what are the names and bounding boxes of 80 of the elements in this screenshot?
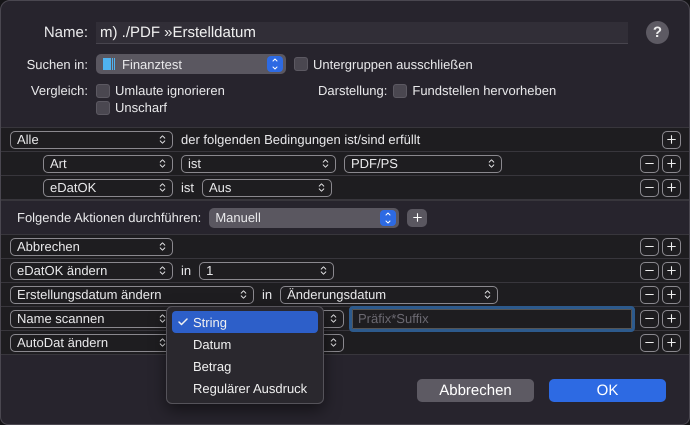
chevron-icon <box>157 313 168 324</box>
row-label: ist <box>181 180 194 195</box>
remove-button[interactable] <box>640 262 659 280</box>
help-button[interactable]: ? <box>646 21 669 44</box>
checkbox[interactable] <box>294 57 308 71</box>
popup-button[interactable]: ist <box>181 154 336 172</box>
chevron-icon <box>157 265 168 276</box>
remove-button[interactable] <box>640 154 659 172</box>
row-label: in <box>262 287 272 302</box>
menu-item[interactable]: Betrag <box>172 355 318 377</box>
menu-item[interactable]: String <box>172 311 318 333</box>
plus-icon <box>665 264 678 277</box>
group-popup[interactable]: Finanztest <box>96 54 286 74</box>
popup-button[interactable]: Abbrechen <box>10 238 173 256</box>
chevron-icon <box>486 158 497 169</box>
chevron-icon <box>157 182 168 193</box>
plus-icon <box>665 240 678 253</box>
plus-icon <box>665 181 678 194</box>
popup-button[interactable]: eDatOK ändern <box>10 262 173 280</box>
ok-button[interactable]: OK <box>549 379 666 402</box>
plus-icon <box>410 211 424 224</box>
chevron-icon <box>328 313 339 324</box>
checkbox-label: Umlaute ignorieren <box>115 83 225 98</box>
add-button[interactable] <box>662 262 681 280</box>
add-button[interactable] <box>662 334 681 352</box>
popup-button[interactable]: 1 <box>199 262 334 280</box>
chevron-icon <box>316 182 327 193</box>
add-button[interactable] <box>407 208 428 226</box>
remove-button[interactable] <box>640 238 659 256</box>
popup-button[interactable]: Aus <box>202 178 332 196</box>
plus-icon <box>665 336 678 349</box>
checkbox[interactable] <box>96 84 110 98</box>
checkbox-label: Untergruppen ausschließen <box>313 56 473 72</box>
check-icon <box>177 316 189 328</box>
name-field[interactable]: m) ./PDF »Erstelldatum <box>96 22 628 44</box>
add-button[interactable] <box>662 238 681 256</box>
row-label: in <box>181 263 192 278</box>
match-popup[interactable]: Alle <box>10 130 173 148</box>
checkbox[interactable] <box>96 100 110 114</box>
chevron-icon <box>320 158 331 169</box>
plus-icon <box>665 312 678 325</box>
folder-icon <box>102 57 116 71</box>
chevron-icon <box>157 241 168 252</box>
popup-button[interactable]: Erstellungsdatum ändern <box>10 286 254 304</box>
checkbox[interactable] <box>393 84 408 98</box>
chevron-icon <box>380 210 396 226</box>
add-button[interactable] <box>662 310 681 328</box>
chevron-icon <box>157 337 168 348</box>
search-in-label: Suchen in: <box>26 56 89 72</box>
plus-icon <box>665 133 678 146</box>
chevron-icon <box>157 134 168 145</box>
add-button[interactable] <box>662 154 681 172</box>
add-button[interactable] <box>662 130 681 148</box>
popup-button[interactable]: PDF/PS <box>344 154 502 172</box>
chevron-icon <box>267 56 283 72</box>
popup-button[interactable]: eDatOK <box>43 178 173 196</box>
remove-button[interactable] <box>640 334 659 352</box>
mode-popup[interactable]: Manuell <box>209 208 400 228</box>
remove-button[interactable] <box>640 286 659 304</box>
add-button[interactable] <box>662 178 681 196</box>
chevron-icon <box>328 337 339 348</box>
actions-label: Folgende Aktionen durchführen: <box>17 210 202 225</box>
menu-item[interactable]: Datum <box>172 333 318 355</box>
conditions-text: der folgenden Bedingungen ist/sind erfüllt <box>181 132 420 147</box>
cancel-button[interactable]: Abbrechen <box>417 379 534 402</box>
chevron-icon <box>238 289 249 300</box>
menu-item[interactable]: Regulärer Ausdruck <box>172 377 318 399</box>
popup-button[interactable]: Art <box>43 154 173 172</box>
popup-button[interactable]: Änderungsdatum <box>280 286 498 304</box>
plus-icon <box>665 288 678 301</box>
chevron-icon <box>157 158 168 169</box>
add-button[interactable] <box>662 286 681 304</box>
name-label: Name: <box>42 24 89 41</box>
remove-button[interactable] <box>640 178 659 196</box>
checkbox-label: Fundstellen hervorheben <box>412 83 556 98</box>
checkbox-label: Unscharf <box>115 100 168 115</box>
plus-icon <box>665 157 678 170</box>
compare-label: Vergleich: <box>30 83 89 98</box>
display-label: Darstellung: <box>318 83 388 98</box>
remove-button[interactable] <box>640 310 659 328</box>
